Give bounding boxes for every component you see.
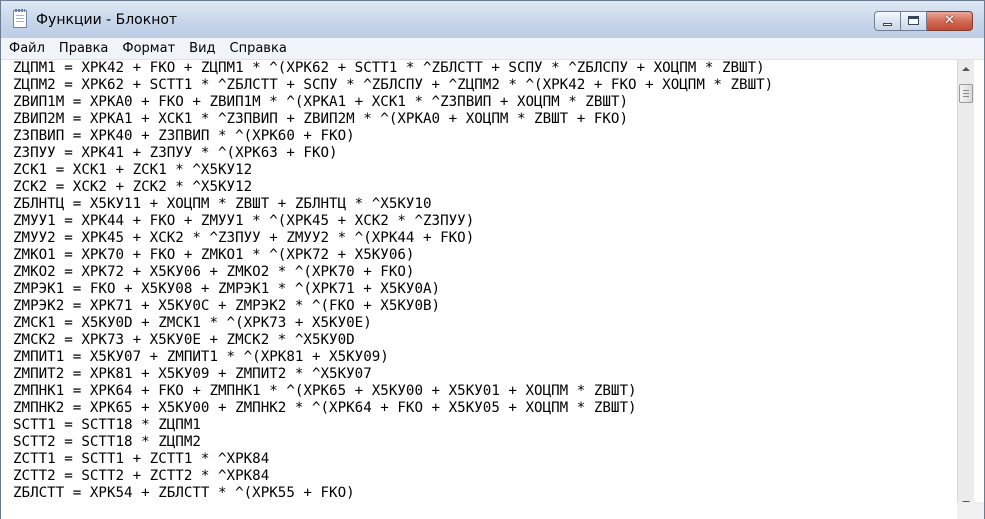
menu-help[interactable]: Справка [223,39,294,59]
text-line[interactable]: ZCTT1 = SCTT1 + ZCTT1 * ^XPK84 [13,451,269,468]
text-line[interactable]: SCTT1 = SCTT18 * ZЦПМ1 [13,417,201,434]
close-button[interactable]: ✕ [927,11,973,31]
text-line[interactable]: ZMCK1 = X5KУ0D + ZMCK1 * ^(XPK73 + X5KУ0… [13,315,372,332]
text-line[interactable]: ZЦПМ1 = XPK42 + FKO + ZЦПМ1 * ^(XPK62 + … [13,60,765,77]
text-line[interactable]: ZBИП1M = XPKA0 + FKO + ZBИП1M * ^(XPKA1 … [13,94,628,111]
window-title: Функции - Блокнот [36,12,178,28]
text-line[interactable]: ZMKO1 = XPK70 + FKO + ZMKO1 * ^(XPK72 + … [13,247,414,264]
caption-buttons: ✕ [874,11,973,31]
maximize-button[interactable] [901,11,927,31]
text-line[interactable]: ZMУУ2 = XPK45 + XCK2 * ^Z3ПУУ + ZMУУ2 * … [13,230,474,247]
scrollbar-corner [957,502,984,519]
text-line[interactable]: ZMПHK2 = XPK65 + X5KУ00 + ZMПHK2 * ^(XPK… [13,400,637,417]
text-line[interactable]: ZЦПМ2 = XPK62 + SCTT1 * ^ZБЛСТТ + SCПУ *… [13,77,773,94]
text-line[interactable]: ZMCK2 = XPK73 + X5KУ0E + ZMCK2 * ^X5KУ0D [13,332,355,349]
text-line[interactable]: ZБЛНТЦ = X5KУ11 + XOЦПМ * ZBШТ + ZБЛНТЦ … [13,196,432,213]
text-line[interactable]: ZMУУ1 = XPK44 + FKO + ZMУУ1 * ^(XPK45 + … [13,213,474,230]
text-line[interactable]: ZBИП2M = XPKA1 + XCK1 * ^Z3ПBИП + ZBИП2M… [13,111,628,128]
text-line[interactable]: Z3ПУУ = XPK41 + Z3ПУУ * ^(XPK63 + FKO) [13,145,338,162]
close-icon: ✕ [944,13,955,28]
text-line[interactable]: ZБЛСТТ = XPK54 + ZБЛСТТ * ^(XPK55 + FKO) [13,485,355,502]
menu-edit[interactable]: Правка [52,39,115,59]
notepad-icon[interactable] [13,9,27,28]
text-line[interactable]: ZCTT2 = SCTT2 + ZCTT2 * ^XPK84 [13,468,269,485]
text-line[interactable]: ZMПHK1 = XPK64 + FKO + ZMПHK1 * ^(XPK65 … [13,383,637,400]
scrollbar-thumb[interactable] [959,84,973,103]
text-line[interactable]: Z3ПBИП = XPK40 + Z3ПBИП * ^(XPK60 + FKO) [13,128,355,145]
minimize-button[interactable] [874,11,901,31]
text-editor[interactable]: ZЦПМ1 = XPK42 + FKO + ZЦПМ1 * ^(XPK62 + … [1,60,957,502]
text-line[interactable]: ZMПИТ1 = X5KУ07 + ZMПИТ1 * ^(XPK81 + X5K… [13,349,389,366]
text-line[interactable]: ZMPЭK1 = FKO + X5KУ08 + ZMPЭK1 * ^(XPK71… [13,281,440,298]
text-line[interactable]: ZCK1 = XCK1 + ZCK1 * ^X5KУ12 [13,162,252,179]
text-line[interactable]: ZCK2 = XCK2 + ZCK2 * ^X5KУ12 [13,179,252,196]
text-line[interactable]: SCTT2 = SCTT18 * ZЦПМ2 [13,434,201,451]
notepad-window: Функции - Блокнот ✕ Файл Правка Формат В… [0,0,985,519]
menu-view[interactable]: Вид [182,39,222,59]
maximize-icon [908,16,919,25]
menu-format[interactable]: Формат [115,39,182,59]
minimize-icon [883,23,892,26]
vertical-scrollbar[interactable] [957,60,974,511]
text-line[interactable]: ZMKO2 = XPK72 + X5KУ06 + ZMKO2 * ^(XPK70… [13,264,414,281]
text-line[interactable]: ZMПИТ2 = XPK81 + X5KУ09 + ZMПИТ2 * ^X5KУ… [13,366,372,383]
scroll-up-arrow-icon[interactable] [958,60,974,77]
title-bar[interactable]: Функции - Блокнот ✕ [1,1,984,38]
menu-bar: Файл Правка Формат Вид Справка [1,38,984,60]
menu-file[interactable]: Файл [1,39,52,59]
text-line[interactable]: ZMPЭK2 = XPK71 + X5KУ0C + ZMPЭK2 * ^(FKO… [13,298,440,315]
editor-bottom-area [1,502,957,519]
